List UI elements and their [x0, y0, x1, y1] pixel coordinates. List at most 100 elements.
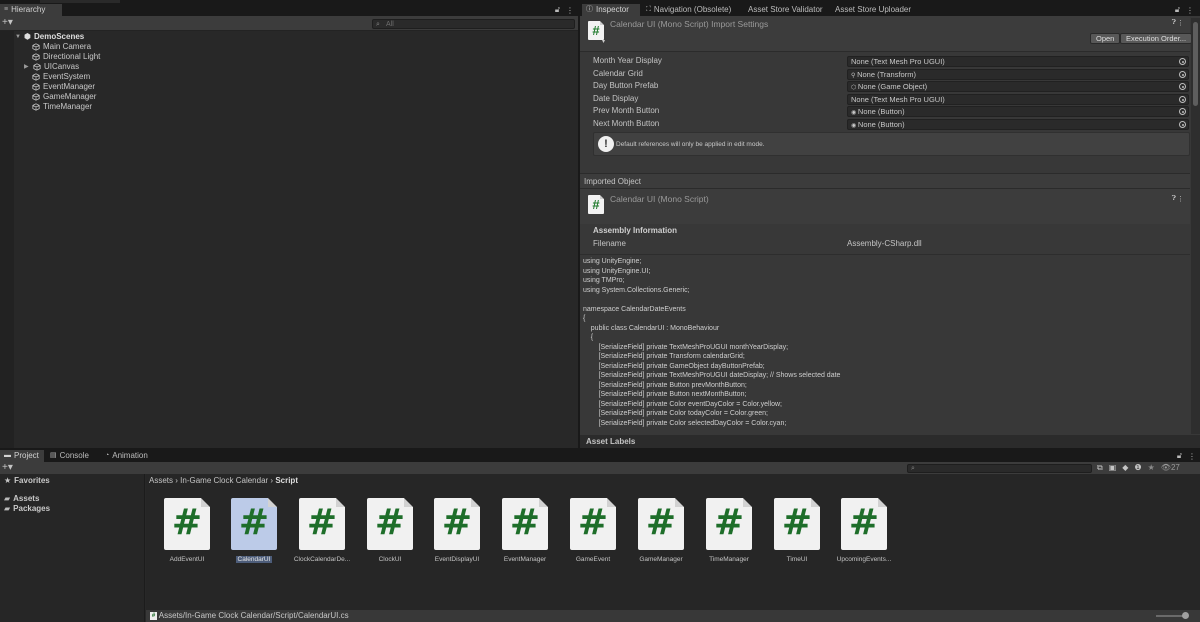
asset-labels-header[interactable]: Asset Labels — [580, 435, 1200, 448]
gameobject-cube-icon — [32, 93, 40, 101]
open-button[interactable]: Open — [1090, 33, 1121, 44]
code-line: public class CalendarUI : MonoBehaviour — [583, 324, 720, 332]
add-dropdown-icon[interactable]: +▾ — [2, 462, 13, 473]
kebab-menu-icon[interactable]: ⋮ — [566, 6, 574, 15]
object-picker-icon[interactable] — [1179, 58, 1186, 65]
object-picker-icon[interactable] — [1179, 71, 1186, 78]
object-picker-icon[interactable] — [1179, 96, 1186, 103]
add-dropdown-icon[interactable]: +▾ — [2, 18, 13, 28]
property-label: Date Display — [593, 94, 639, 103]
folder-row[interactable]: ▰ Packages — [4, 504, 50, 514]
import-settings-header: # ▾ Calendar UI (Mono Script) Import Set… — [580, 16, 1193, 52]
scrollbar-thumb[interactable] — [1193, 22, 1198, 106]
tab-hierarchy[interactable]: ≡ Hierarchy — [0, 4, 62, 16]
asset-tile[interactable]: # EventDisplayUI — [426, 498, 488, 568]
favorite-star-icon[interactable]: ★ — [1148, 463, 1155, 473]
csharp-script-icon: # — [231, 498, 277, 550]
asset-tile[interactable]: # GameManager — [630, 498, 692, 568]
hierarchy-toolbar: +▾ ⌕ All — [0, 16, 578, 31]
csharp-script-icon: # — [367, 498, 413, 550]
icon-size-slider[interactable] — [1156, 612, 1189, 619]
tree-item[interactable]: TimeManager — [32, 102, 92, 112]
asset-tile[interactable]: # TimeUI — [766, 498, 828, 568]
tree-item[interactable]: ▶ UICanvas — [24, 62, 79, 72]
field-value: None (Game Object) — [857, 82, 928, 91]
object-field[interactable]: ⬡ None (Game Object) — [847, 81, 1189, 92]
hierarchy-search-input[interactable]: ⌕ All — [372, 19, 575, 29]
asset-name: EventManager — [503, 556, 547, 563]
object-field[interactable]: None (Text Mesh Pro UGUI) — [847, 94, 1189, 105]
tree-item[interactable]: GameManager — [32, 92, 96, 102]
kebab-menu-icon[interactable]: ⋮ — [1186, 6, 1194, 15]
gameobject-cube-icon — [32, 83, 40, 91]
asset-tile[interactable]: # ClockCalendarDe... — [291, 498, 353, 568]
collapse-arrow-icon[interactable]: ▶ — [24, 62, 30, 72]
inspector-scrollbar[interactable] — [1191, 18, 1200, 434]
search-by-type-icon[interactable]: ⧉ — [1097, 463, 1103, 473]
object-picker-icon[interactable] — [1179, 108, 1186, 115]
favorites-row[interactable]: ★ Favorites — [4, 476, 50, 486]
object-picker-icon[interactable] — [1179, 121, 1186, 128]
tab-inspector[interactable]: ⓘ Inspector — [582, 4, 640, 16]
settings-icon[interactable]: ⋮ — [1177, 19, 1184, 27]
lock-icon[interactable]: 🔓︎ — [1175, 5, 1180, 15]
lock-icon[interactable]: 🔓︎ — [1177, 451, 1182, 461]
asset-tile[interactable]: # UpcomingEvents... — [833, 498, 895, 568]
info-icon[interactable]: ❶ — [1134, 463, 1141, 473]
project-search-input[interactable]: ⌕ — [907, 464, 1092, 473]
filename-value: Assembly-CSharp.dll — [847, 239, 922, 248]
project-toolbar-icons: ⧉ ▣ ◆ ❶ ★ 👁︎27 — [1097, 463, 1180, 473]
asset-tile[interactable]: # EventManager — [494, 498, 556, 568]
tab-label: Asset Store Validator — [748, 5, 823, 14]
button-component-icon: ◉ — [851, 123, 858, 129]
imported-object-header: Imported Object — [580, 173, 1190, 188]
csharp-script-icon: # — [638, 498, 684, 550]
lock-icon[interactable]: 🔓︎ — [555, 5, 560, 15]
asset-tile[interactable]: # GameEvent — [562, 498, 624, 568]
asset-tile[interactable]: # ClockUI — [359, 498, 421, 568]
field-value: None (Button) — [857, 107, 905, 116]
help-icon[interactable]: ❓︎ — [1172, 19, 1176, 27]
object-field[interactable]: ◉ None (Button) — [847, 119, 1189, 130]
breadcrumb-item[interactable]: Script — [275, 476, 298, 485]
settings-icon[interactable]: ⋮ — [1177, 195, 1184, 203]
tab-label: Animation — [112, 451, 148, 460]
tree-item[interactable]: EventManager — [32, 82, 95, 92]
scene-row[interactable]: ▼ ⬢ DemoScenes — [15, 32, 84, 42]
kebab-menu-icon[interactable]: ⋮ — [1188, 452, 1196, 461]
asset-tile[interactable]: # TimeManager — [698, 498, 760, 568]
tab-asset-store-validator[interactable]: Asset Store Validator — [744, 4, 829, 16]
hidden-packages-toggle[interactable]: 👁︎27 — [1161, 463, 1180, 473]
asset-tile-selected[interactable]: # CalendarUI — [223, 498, 285, 568]
tab-navigation[interactable]: ⛶ Navigation (Obsolete) — [642, 4, 737, 16]
tree-item[interactable]: Main Camera — [32, 42, 91, 52]
expand-arrow-icon[interactable]: ▼ — [15, 32, 21, 42]
filter-icon[interactable]: ▣ — [1109, 463, 1117, 473]
object-field[interactable]: None (Text Mesh Pro UGUI) — [847, 56, 1189, 67]
asset-tile[interactable]: # AddEventUI — [156, 498, 218, 568]
tab-console[interactable]: ▤ Console — [46, 450, 95, 462]
folder-row[interactable]: ▰ Assets — [4, 494, 39, 504]
folder-icon: ▬ — [4, 452, 11, 459]
tree-item[interactable]: Directional Light — [32, 52, 100, 62]
object-field[interactable]: ⚲ None (Transform) — [847, 69, 1189, 80]
breadcrumb-item[interactable]: Assets — [149, 476, 173, 485]
favorite-star-icon: ★ — [4, 476, 12, 485]
asset-name: GameManager — [639, 556, 683, 563]
object-picker-icon[interactable] — [1179, 83, 1186, 90]
tab-project[interactable]: ▬ Project — [0, 450, 44, 462]
folder-label: Assets — [13, 494, 40, 503]
tab-asset-store-uploader[interactable]: Asset Store Uploader — [831, 4, 917, 16]
label-tag-icon[interactable]: ◆ — [1122, 463, 1128, 473]
execution-order-button[interactable]: Execution Order... — [1120, 33, 1193, 44]
object-field[interactable]: ◉ None (Button) — [847, 106, 1189, 117]
code-line: [SerializeField] private Button prevMont… — [583, 381, 747, 389]
tree-item[interactable]: EventSystem — [32, 72, 90, 82]
breadcrumb-item[interactable]: In-Game Clock Calendar — [180, 476, 268, 485]
code-line: { — [583, 315, 586, 322]
inspector-panel: ⓘ Inspector ⛶ Navigation (Obsolete) Asse… — [580, 4, 1200, 448]
tab-animation[interactable]: ◔ Animation — [101, 450, 154, 462]
dropdown-arrow-icon[interactable]: ▾ — [602, 38, 605, 45]
code-line: { — [583, 334, 594, 341]
help-icon[interactable]: ❓︎ — [1172, 195, 1176, 203]
